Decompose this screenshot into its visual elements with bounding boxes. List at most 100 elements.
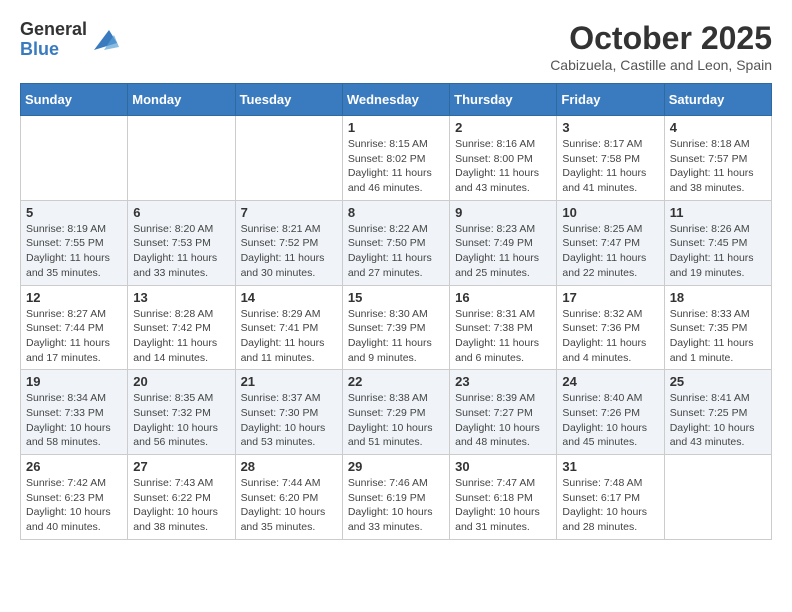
day-info: Sunrise: 7:44 AMSunset: 6:20 PMDaylight:…	[241, 476, 337, 535]
day-number: 4	[670, 120, 766, 135]
day-number: 14	[241, 290, 337, 305]
calendar-cell: 31 Sunrise: 7:48 AMSunset: 6:17 PMDayligh…	[557, 455, 664, 540]
day-info: Sunrise: 8:19 AMSunset: 7:55 PMDaylight:…	[26, 222, 122, 281]
calendar-cell: 20Sunrise: 8:35 AMSunset: 7:32 PMDayligh…	[128, 370, 235, 455]
day-number: 13	[133, 290, 229, 305]
page-header: General Blue October 2025 Cabizuela, Cas…	[20, 20, 772, 73]
month-title: October 2025	[550, 20, 772, 57]
calendar-cell: 7 Sunrise: 8:21 AMSunset: 7:52 PMDaylight…	[235, 200, 342, 285]
day-number: 6	[133, 205, 229, 220]
calendar-cell: 28 Sunrise: 7:44 AMSunset: 6:20 PMDayligh…	[235, 455, 342, 540]
day-number: 17	[562, 290, 658, 305]
day-number: 5	[26, 205, 122, 220]
day-number: 23	[455, 374, 551, 389]
calendar-cell: 13 Sunrise: 8:28 AMSunset: 7:42 PMDayligh…	[128, 285, 235, 370]
day-number: 19	[26, 374, 122, 389]
calendar-cell: 8Sunrise: 8:22 AMSunset: 7:50 PMDaylight…	[342, 200, 449, 285]
calendar-body: 1 Sunrise: 8:15 AMSunset: 8:02 PMDaylight…	[21, 116, 772, 540]
day-number: 28	[241, 459, 337, 474]
weekday-header-thursday: Thursday	[450, 84, 557, 116]
calendar-cell: 5 Sunrise: 8:19 AMSunset: 7:55 PMDaylight…	[21, 200, 128, 285]
calendar-cell: 2 Sunrise: 8:16 AMSunset: 8:00 PMDaylight…	[450, 116, 557, 201]
day-info: Sunrise: 8:30 AMSunset: 7:39 PMDaylight:…	[348, 307, 444, 366]
calendar-cell: 10Sunrise: 8:25 AMSunset: 7:47 PMDayligh…	[557, 200, 664, 285]
day-info: Sunrise: 8:32 AMSunset: 7:36 PMDaylight:…	[562, 307, 658, 366]
calendar-cell: 6 Sunrise: 8:20 AMSunset: 7:53 PMDaylight…	[128, 200, 235, 285]
weekday-header-tuesday: Tuesday	[235, 84, 342, 116]
day-info: Sunrise: 8:21 AMSunset: 7:52 PMDaylight:…	[241, 222, 337, 281]
calendar-week-row: 5 Sunrise: 8:19 AMSunset: 7:55 PMDaylight…	[21, 200, 772, 285]
calendar-cell	[664, 455, 771, 540]
calendar-week-row: 1 Sunrise: 8:15 AMSunset: 8:02 PMDaylight…	[21, 116, 772, 201]
calendar-cell: 24 Sunrise: 8:40 AMSunset: 7:26 PMDayligh…	[557, 370, 664, 455]
day-number: 16	[455, 290, 551, 305]
calendar-cell: 23 Sunrise: 8:39 AMSunset: 7:27 PMDayligh…	[450, 370, 557, 455]
calendar-cell: 3 Sunrise: 8:17 AMSunset: 7:58 PMDaylight…	[557, 116, 664, 201]
calendar-cell	[21, 116, 128, 201]
day-number: 22	[348, 374, 444, 389]
calendar-cell: 9Sunrise: 8:23 AMSunset: 7:49 PMDaylight…	[450, 200, 557, 285]
day-number: 9	[455, 205, 551, 220]
calendar-cell: 16Sunrise: 8:31 AMSunset: 7:38 PMDayligh…	[450, 285, 557, 370]
day-info: Sunrise: 8:15 AMSunset: 8:02 PMDaylight:…	[348, 137, 444, 196]
day-number: 27	[133, 459, 229, 474]
day-number: 15	[348, 290, 444, 305]
day-info: Sunrise: 8:17 AMSunset: 7:58 PMDaylight:…	[562, 137, 658, 196]
calendar-cell	[235, 116, 342, 201]
location-subtitle: Cabizuela, Castille and Leon, Spain	[550, 57, 772, 73]
calendar-cell: 27Sunrise: 7:43 AMSunset: 6:22 PMDayligh…	[128, 455, 235, 540]
day-number: 30	[455, 459, 551, 474]
day-info: Sunrise: 8:26 AMSunset: 7:45 PMDaylight:…	[670, 222, 766, 281]
calendar-cell: 1 Sunrise: 8:15 AMSunset: 8:02 PMDaylight…	[342, 116, 449, 201]
day-number: 31	[562, 459, 658, 474]
day-number: 26	[26, 459, 122, 474]
calendar-header-row: SundayMondayTuesdayWednesdayThursdayFrid…	[21, 84, 772, 116]
day-number: 7	[241, 205, 337, 220]
calendar-cell: 29Sunrise: 7:46 AMSunset: 6:19 PMDayligh…	[342, 455, 449, 540]
day-number: 3	[562, 120, 658, 135]
day-info: Sunrise: 8:29 AMSunset: 7:41 PMDaylight:…	[241, 307, 337, 366]
calendar-cell: 22 Sunrise: 8:38 AMSunset: 7:29 PMDayligh…	[342, 370, 449, 455]
calendar-cell: 4 Sunrise: 8:18 AMSunset: 7:57 PMDaylight…	[664, 116, 771, 201]
calendar-cell: 11 Sunrise: 8:26 AMSunset: 7:45 PMDayligh…	[664, 200, 771, 285]
day-number: 12	[26, 290, 122, 305]
calendar-week-row: 12Sunrise: 8:27 AMSunset: 7:44 PMDayligh…	[21, 285, 772, 370]
day-info: Sunrise: 8:40 AMSunset: 7:26 PMDaylight:…	[562, 391, 658, 450]
logo-general: General	[20, 20, 87, 40]
day-info: Sunrise: 7:42 AMSunset: 6:23 PMDaylight:…	[26, 476, 122, 535]
calendar-cell: 14 Sunrise: 8:29 AMSunset: 7:41 PMDayligh…	[235, 285, 342, 370]
calendar-cell	[128, 116, 235, 201]
day-number: 11	[670, 205, 766, 220]
day-number: 2	[455, 120, 551, 135]
day-info: Sunrise: 7:48 AMSunset: 6:17 PMDaylight:…	[562, 476, 658, 535]
day-info: Sunrise: 8:16 AMSunset: 8:00 PMDaylight:…	[455, 137, 551, 196]
calendar-cell: 17 Sunrise: 8:32 AMSunset: 7:36 PMDayligh…	[557, 285, 664, 370]
day-info: Sunrise: 8:38 AMSunset: 7:29 PMDaylight:…	[348, 391, 444, 450]
day-info: Sunrise: 8:18 AMSunset: 7:57 PMDaylight:…	[670, 137, 766, 196]
calendar-cell: 18Sunrise: 8:33 AMSunset: 7:35 PMDayligh…	[664, 285, 771, 370]
calendar-cell: 25Sunrise: 8:41 AMSunset: 7:25 PMDayligh…	[664, 370, 771, 455]
weekday-header-monday: Monday	[128, 84, 235, 116]
day-info: Sunrise: 8:20 AMSunset: 7:53 PMDaylight:…	[133, 222, 229, 281]
calendar-cell: 21Sunrise: 8:37 AMSunset: 7:30 PMDayligh…	[235, 370, 342, 455]
day-number: 29	[348, 459, 444, 474]
day-number: 24	[562, 374, 658, 389]
calendar-table: SundayMondayTuesdayWednesdayThursdayFrid…	[20, 83, 772, 540]
calendar-week-row: 19 Sunrise: 8:34 AMSunset: 7:33 PMDayligh…	[21, 370, 772, 455]
calendar-cell: 12Sunrise: 8:27 AMSunset: 7:44 PMDayligh…	[21, 285, 128, 370]
day-number: 1	[348, 120, 444, 135]
logo-icon	[89, 25, 119, 55]
day-info: Sunrise: 8:34 AMSunset: 7:33 PMDaylight:…	[26, 391, 122, 450]
day-number: 21	[241, 374, 337, 389]
day-info: Sunrise: 8:39 AMSunset: 7:27 PMDaylight:…	[455, 391, 551, 450]
weekday-header-saturday: Saturday	[664, 84, 771, 116]
logo: General Blue	[20, 20, 119, 60]
calendar-cell: 19 Sunrise: 8:34 AMSunset: 7:33 PMDayligh…	[21, 370, 128, 455]
calendar-cell: 30 Sunrise: 7:47 AMSunset: 6:18 PMDayligh…	[450, 455, 557, 540]
day-info: Sunrise: 7:47 AMSunset: 6:18 PMDaylight:…	[455, 476, 551, 535]
day-number: 10	[562, 205, 658, 220]
logo-blue: Blue	[20, 40, 87, 60]
day-number: 20	[133, 374, 229, 389]
day-info: Sunrise: 8:28 AMSunset: 7:42 PMDaylight:…	[133, 307, 229, 366]
day-number: 8	[348, 205, 444, 220]
